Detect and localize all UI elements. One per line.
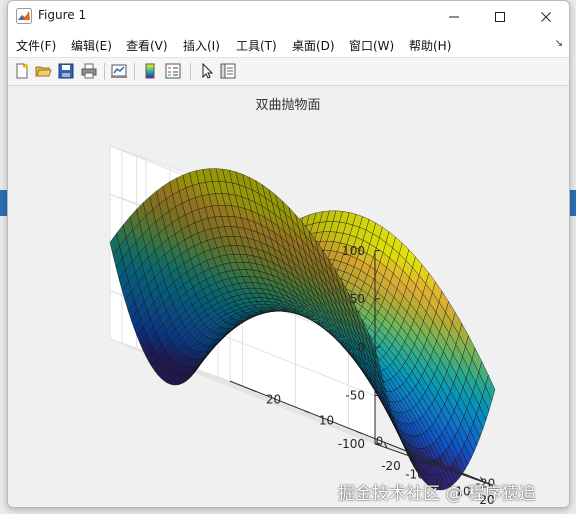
edit-plot-icon[interactable] bbox=[198, 62, 216, 80]
close-button[interactable] bbox=[523, 1, 569, 32]
z-tick-mark bbox=[374, 346, 381, 348]
minimize-icon bbox=[449, 16, 459, 17]
toolbar bbox=[8, 58, 569, 86]
y-tick-label: 10 bbox=[319, 414, 334, 428]
z-tick-label: -100 bbox=[338, 437, 365, 451]
minimize-button[interactable] bbox=[431, 1, 477, 32]
menu-desktop[interactable]: 桌面(D) bbox=[292, 37, 335, 54]
x-tick-label: -20 bbox=[381, 459, 401, 473]
menu-help[interactable]: 帮助(H) bbox=[409, 37, 451, 54]
z-tick-label: 0 bbox=[357, 340, 365, 354]
property-inspector-icon[interactable] bbox=[219, 62, 237, 80]
z-tick-label: 100 bbox=[342, 244, 365, 258]
link-plot-icon[interactable] bbox=[110, 62, 128, 80]
open-file-icon[interactable] bbox=[34, 62, 52, 80]
window-title: Figure 1 bbox=[38, 8, 87, 22]
chart-title: 双曲抛物面 bbox=[255, 98, 320, 113]
watermark-text: 掘金技术社区 @ 程序猿追 bbox=[338, 484, 536, 504]
z-tick-mark bbox=[374, 394, 381, 397]
toolbar-separator bbox=[134, 63, 135, 80]
legend-icon[interactable] bbox=[164, 62, 182, 80]
new-figure-icon[interactable] bbox=[13, 62, 31, 80]
title-bar[interactable]: Figure 1 bbox=[8, 1, 569, 32]
menu-tools[interactable]: 工具(T) bbox=[236, 37, 277, 54]
menu-window[interactable]: 窗口(W) bbox=[349, 37, 394, 54]
menu-edit[interactable]: 编辑(E) bbox=[71, 37, 112, 54]
menu-overflow-icon[interactable]: ↘ bbox=[555, 38, 563, 49]
close-icon bbox=[541, 11, 551, 22]
menu-insert[interactable]: 插入(I) bbox=[183, 37, 220, 54]
menu-bar: 文件(F) 编辑(E) 查看(V) 插入(I) 工具(T) 桌面(D) 窗口(W… bbox=[8, 32, 569, 58]
toolbar-separator bbox=[104, 63, 105, 80]
save-icon[interactable] bbox=[57, 62, 75, 80]
menu-view[interactable]: 查看(V) bbox=[126, 37, 168, 54]
toolbar-separator bbox=[190, 63, 191, 80]
figure-canvas[interactable]: -100 -50 0 50 100 -20 -10 0 10 20 -20 -10 0 10 20 双曲抛物… bbox=[8, 86, 569, 507]
z-tick-mark bbox=[374, 249, 381, 252]
maximize-icon bbox=[495, 11, 505, 22]
y-tick-label: -10 bbox=[423, 456, 443, 470]
y-tick-label: 20 bbox=[266, 393, 281, 407]
figure-window[interactable]: Figure 1 文件(F) 编辑(E) 查看(V) 插入(I) 工具(T) 桌… bbox=[7, 0, 570, 508]
print-icon[interactable] bbox=[80, 62, 98, 80]
colorbar-icon[interactable] bbox=[141, 62, 159, 80]
menu-file[interactable]: 文件(F) bbox=[16, 37, 56, 54]
z-tick-label: 50 bbox=[350, 292, 365, 306]
y-tick-label: 0 bbox=[376, 435, 384, 449]
surface-plot[interactable]: -100-50050100-20-1001020-20-1001020 双曲抛物… bbox=[8, 86, 569, 507]
z-tick-label: -50 bbox=[345, 389, 365, 403]
matlab-icon bbox=[16, 8, 32, 24]
z-tick-mark bbox=[374, 298, 381, 300]
maximize-button[interactable] bbox=[477, 1, 523, 32]
